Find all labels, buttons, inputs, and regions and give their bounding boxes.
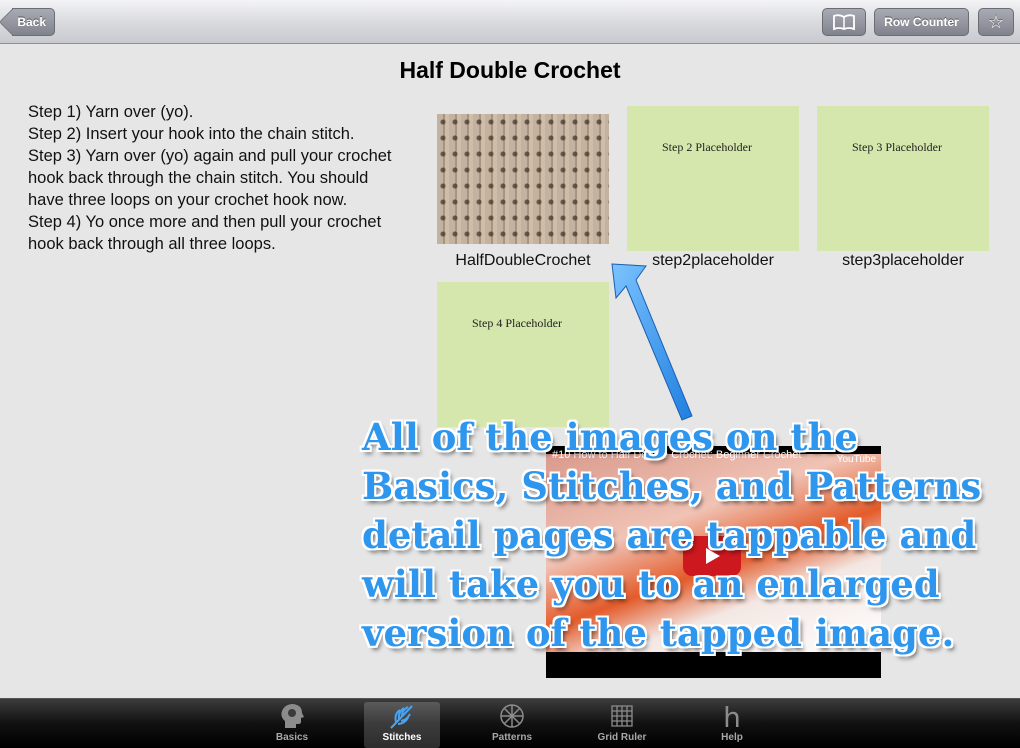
thumbnail-step-2[interactable]: Step 2 Placeholder step2placeholder <box>627 106 799 269</box>
row-counter-button[interactable]: Row Counter <box>874 8 969 36</box>
tab-patterns[interactable]: Patterns <box>474 702 550 748</box>
thumbnail-caption: step3placeholder <box>842 252 964 269</box>
grid-icon <box>584 702 660 734</box>
thumbnail-step-3[interactable]: Step 3 Placeholder step3placeholder <box>817 106 989 269</box>
placeholder-text: Step 3 Placeholder <box>852 140 942 154</box>
instructions: Step 1) Yarn over (yo). Step 2) Insert y… <box>28 101 408 255</box>
page-title: Half Double Crochet <box>399 57 621 83</box>
overlay-annotation-text: All of the images on the Basics, Stitche… <box>362 415 982 655</box>
placeholder-image[interactable] <box>817 106 989 251</box>
book-icon <box>833 14 855 31</box>
tab-label: Grid Ruler <box>597 732 647 743</box>
arrow-annotation <box>611 263 693 421</box>
instruction-step-3: Step 3) Yarn over (yo) again and pull yo… <box>28 147 392 209</box>
tab-label: Stitches <box>382 732 422 743</box>
tab-basics[interactable]: Basics <box>254 702 330 748</box>
help-icon: h <box>723 701 741 734</box>
instruction-step-4: Step 4) Yo once more and then pull your … <box>28 213 382 253</box>
thumbnail-caption: HalfDoubleCrochet <box>455 252 591 269</box>
book-button[interactable] <box>822 8 866 36</box>
back-button-label: Back <box>17 15 46 29</box>
placeholder-image[interactable] <box>437 282 609 427</box>
placeholder-image[interactable] <box>627 106 799 251</box>
tab-label: Patterns <box>491 732 532 743</box>
head-icon <box>254 702 330 734</box>
tab-stitches[interactable]: Stitches <box>364 702 440 748</box>
placeholder-text: Step 2 Placeholder <box>662 140 752 154</box>
thumbnail-half-double-crochet[interactable]: HalfDoubleCrochet <box>437 106 609 269</box>
tab-bar: Basics Stitches Patterns Grid Ruler h He… <box>0 698 1020 748</box>
crochet-photo[interactable] <box>437 114 609 244</box>
tab-label: Basics <box>275 732 309 743</box>
favorite-button[interactable]: ☆ <box>978 8 1014 36</box>
tab-label: Help <box>721 732 743 743</box>
tab-grid-ruler[interactable]: Grid Ruler <box>584 702 660 748</box>
thumbnail-step-4[interactable]: Step 4 Placeholder <box>437 282 609 427</box>
tab-help[interactable]: h Help <box>694 702 770 748</box>
back-button[interactable]: Back <box>12 8 55 36</box>
feather-icon <box>364 702 440 734</box>
snowflake-icon <box>474 702 550 734</box>
placeholder-text: Step 4 Placeholder <box>472 316 562 330</box>
navigation-bar: Back Row Counter ☆ <box>0 0 1020 44</box>
instruction-step-1: Step 1) Yarn over (yo). <box>28 103 194 121</box>
star-icon: ☆ <box>987 12 1005 32</box>
instruction-step-2: Step 2) Insert your hook into the chain … <box>28 125 355 143</box>
